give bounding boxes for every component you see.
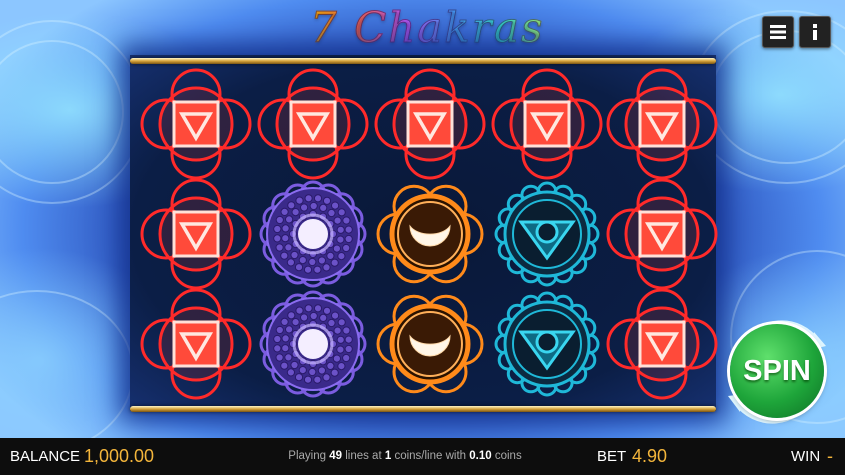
coins-suffix: coins <box>494 450 522 462</box>
throat-chakra-symbol <box>491 288 603 400</box>
balance-value: 1,000.00 <box>84 446 155 466</box>
root-chakra-icon <box>606 178 718 290</box>
crown-chakra-symbol <box>257 288 369 400</box>
crown-chakra-icon <box>259 290 367 398</box>
game-title: 7 Chakras <box>310 2 550 54</box>
root-chakra-icon <box>257 68 369 180</box>
hamburger-menu-icon <box>770 25 786 39</box>
lines-count: 49 <box>329 450 342 462</box>
crown-chakra-icon <box>259 180 367 288</box>
root-chakra-icon <box>606 288 718 400</box>
throat-chakra-symbol <box>491 178 603 290</box>
coins-per-line: 1 <box>384 450 392 462</box>
status-bar: BALANCE 1,000.00 Playing 49 lines at 1 c… <box>0 438 845 475</box>
throat-chakra-icon <box>494 181 600 287</box>
crown-chakra-symbol <box>257 178 369 290</box>
info-icon <box>813 24 817 40</box>
spin-button[interactable]: SPIN <box>722 316 832 426</box>
bet-value[interactable]: 4.90 <box>632 446 667 467</box>
lines-text: lines at <box>345 450 382 462</box>
coin-value: 0.10 <box>469 450 492 462</box>
sacral-chakra-symbol <box>374 288 486 400</box>
root-chakra-icon <box>140 288 252 400</box>
root-chakra-symbol <box>140 68 252 180</box>
root-chakra-symbol <box>606 288 718 400</box>
menu-button[interactable] <box>762 16 794 48</box>
coins-text: coins/line with <box>394 450 467 462</box>
sacral-chakra-symbol <box>374 178 486 290</box>
root-chakra-icon <box>606 68 718 180</box>
spin-label: SPIN <box>743 354 811 387</box>
sacral-chakra-icon <box>376 184 484 284</box>
game-background: 7 Chakras SPIN <box>0 0 845 438</box>
root-chakra-symbol <box>140 288 252 400</box>
info-button[interactable] <box>799 16 831 48</box>
balance-label: BALANCE <box>10 448 81 465</box>
root-chakra-icon <box>374 68 486 180</box>
root-chakra-icon <box>140 68 252 180</box>
root-chakra-symbol <box>374 68 486 180</box>
root-chakra-symbol <box>140 178 252 290</box>
throat-chakra-icon <box>494 291 600 397</box>
win-value: - <box>827 446 833 466</box>
background-swirl <box>0 290 134 438</box>
win-label: WIN <box>791 448 821 465</box>
spin-disc[interactable]: SPIN <box>730 324 824 418</box>
root-chakra-icon <box>491 68 603 180</box>
sacral-chakra-icon <box>376 294 484 394</box>
root-chakra-symbol <box>606 68 718 180</box>
root-chakra-symbol <box>491 68 603 180</box>
playing-prefix: Playing <box>288 450 326 462</box>
root-chakra-icon <box>140 178 252 290</box>
bet-label: BET <box>597 448 627 465</box>
root-chakra-symbol <box>606 178 718 290</box>
reel-top-rail <box>130 58 716 64</box>
playing-info: Playing 49 lines at 1 coins/line with 0.… <box>240 450 570 462</box>
reel-bottom-rail <box>130 406 716 412</box>
root-chakra-symbol <box>257 68 369 180</box>
